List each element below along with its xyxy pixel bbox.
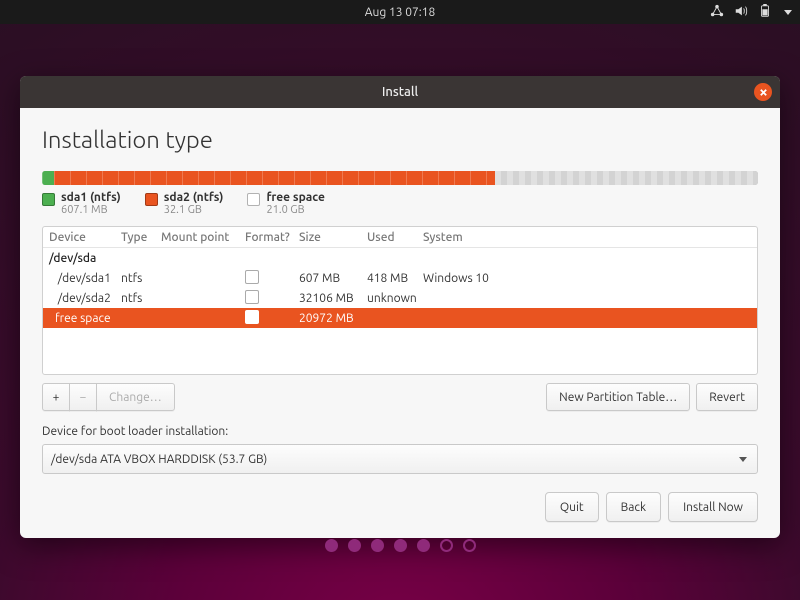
legend-swatch xyxy=(247,193,260,206)
partition-table[interactable]: Device Type Mount point Format? Size Use… xyxy=(42,226,758,375)
footer-buttons: Quit Back Install Now xyxy=(42,492,758,522)
disk-legend: sda1 (ntfs)607.1 MB sda2 (ntfs)32.1 GB fre… xyxy=(42,191,758,216)
content: Installation type sda1 (ntfs)607.1 MBsda… xyxy=(20,108,780,538)
volume-icon[interactable] xyxy=(734,4,748,21)
table-row[interactable]: free space20972 MB xyxy=(43,308,757,328)
chevron-down-icon[interactable] xyxy=(784,10,792,15)
format-checkbox[interactable] xyxy=(245,310,259,324)
back-button[interactable]: Back xyxy=(606,492,661,522)
bootloader-label: Device for boot loader installation: xyxy=(42,425,758,438)
clock: Aug 13 07:18 xyxy=(365,6,436,19)
table-row[interactable]: /dev/sda xyxy=(43,248,757,268)
legend-item: sda1 (ntfs)607.1 MB xyxy=(42,191,121,216)
progress-dot xyxy=(417,539,430,552)
install-now-button[interactable]: Install Now xyxy=(668,492,758,522)
close-button[interactable] xyxy=(754,83,772,101)
page-title: Installation type xyxy=(42,126,758,153)
window-title: Install xyxy=(382,85,418,99)
revert-button[interactable]: Revert xyxy=(696,383,758,411)
new-partition-table-button[interactable]: New Partition Table… xyxy=(546,383,690,411)
progress-dot xyxy=(348,539,361,552)
partition-toolbar: + − Change… New Partition Table… Revert xyxy=(42,383,758,411)
progress-dot xyxy=(325,539,338,552)
chevron-down-icon xyxy=(739,457,747,462)
progress-dots xyxy=(0,539,800,552)
battery-icon[interactable] xyxy=(758,4,772,21)
bootloader-value: /dev/sda ATA VBOX HARDDISK (53.7 GB) xyxy=(51,453,267,466)
progress-dot xyxy=(463,539,476,552)
table-row[interactable]: /dev/sda2ntfs32106 MBunknown xyxy=(43,288,757,308)
remove-partition-button[interactable]: − xyxy=(69,383,97,411)
progress-dot xyxy=(371,539,384,552)
table-header: Device Type Mount point Format? Size Use… xyxy=(43,227,757,248)
titlebar[interactable]: Install xyxy=(20,76,780,108)
legend-item: free space21.0 GB xyxy=(247,191,324,216)
progress-dot xyxy=(394,539,407,552)
disk-segment xyxy=(495,171,758,185)
legend-item: sda2 (ntfs)32.1 GB xyxy=(145,191,224,216)
table-row[interactable]: /dev/sda1ntfs607 MB418 MBWindows 10 xyxy=(43,268,757,288)
network-icon[interactable] xyxy=(710,4,724,21)
change-partition-button[interactable]: Change… xyxy=(96,383,175,411)
installer-window: Install Installation type sda1 (ntfs)607… xyxy=(20,76,780,538)
add-partition-button[interactable]: + xyxy=(42,383,70,411)
legend-swatch xyxy=(145,193,158,206)
format-checkbox[interactable] xyxy=(245,270,259,284)
desktop: Aug 13 07:18 Install Installation type s… xyxy=(0,0,800,600)
bootloader-combo[interactable]: /dev/sda ATA VBOX HARDDISK (53.7 GB) xyxy=(42,444,758,474)
format-checkbox[interactable] xyxy=(245,290,259,304)
quit-button[interactable]: Quit xyxy=(545,492,599,522)
disk-segment xyxy=(54,171,494,185)
legend-swatch xyxy=(42,193,55,206)
disk-usage-bar xyxy=(42,171,758,185)
top-panel: Aug 13 07:18 xyxy=(0,0,800,24)
progress-dot xyxy=(440,539,453,552)
disk-segment xyxy=(42,171,54,185)
panel-indicators[interactable] xyxy=(710,0,792,24)
